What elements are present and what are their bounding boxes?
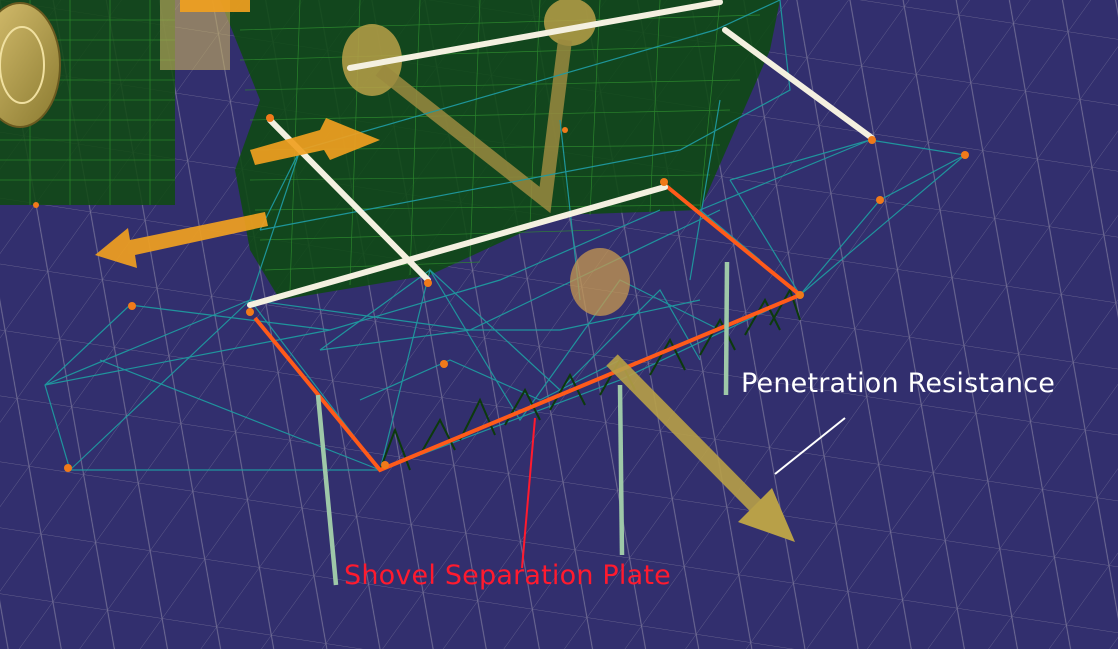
shovel-separation-plate-label: Shovel Separation Plate <box>344 560 671 591</box>
left-wheel-assembly <box>0 0 175 205</box>
penetration-resistance-label: Penetration Resistance <box>741 368 1056 399</box>
scene-canvas <box>0 0 1118 649</box>
simulation-viewport[interactable]: Penetration Resistance Shovel Separation… <box>0 0 1118 649</box>
